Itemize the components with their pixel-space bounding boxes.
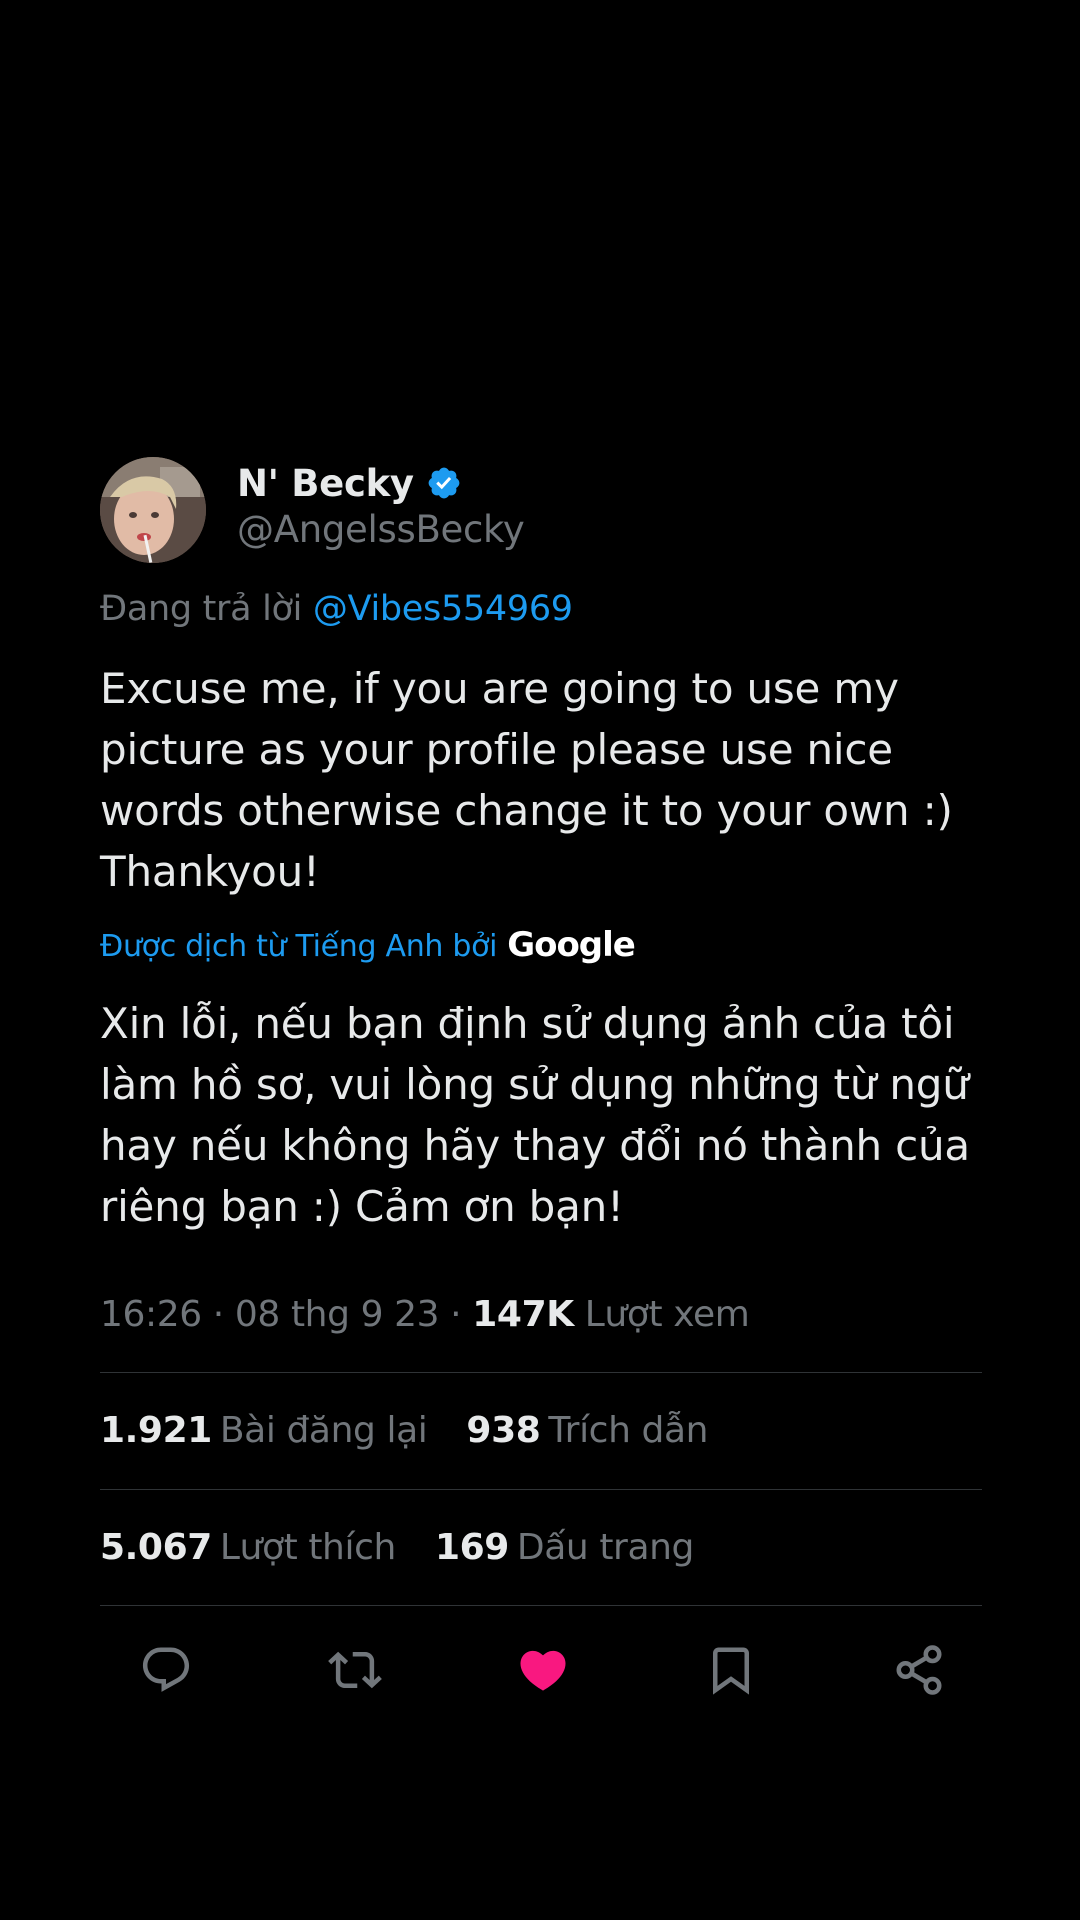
divider [100, 1372, 982, 1373]
like-button[interactable] [513, 1640, 573, 1700]
bookmarks-stat[interactable]: 169 Dấu trang [435, 1527, 694, 1568]
meta-separator-2: · [439, 1294, 473, 1335]
stats-row-likes: 5.067 Lượt thích 169 Dấu trang [100, 1527, 722, 1568]
share-button[interactable] [889, 1640, 949, 1700]
reposts-count: 1.921 [100, 1410, 212, 1451]
avatar[interactable] [100, 457, 206, 563]
tweet-time[interactable]: 16:26 [100, 1294, 202, 1335]
stats-row-reposts: 1.921 Bài đăng lại 938 Trích dẫn [100, 1410, 736, 1451]
display-name[interactable]: N' Becky [237, 462, 414, 505]
reply-icon [142, 1647, 190, 1692]
google-logo: Google [507, 925, 636, 965]
translated-text: Xin lỗi, nếu bạn định sử dụng ảnh của tô… [100, 999, 970, 1231]
reposts-label: Bài đăng lại [219, 1410, 428, 1451]
tweet-meta: 16:26 · 08 thg 9 23 · 147K Lượt xem [100, 1294, 750, 1335]
likes-count: 5.067 [100, 1527, 212, 1568]
divider [100, 1605, 982, 1606]
action-bar [100, 1640, 982, 1700]
repost-button[interactable] [325, 1640, 385, 1700]
quotes-label: Trích dẫn [548, 1410, 709, 1451]
avatar-photo [100, 457, 206, 563]
views-count: 147K [472, 1294, 574, 1335]
author-name-row[interactable]: N' Becky [237, 458, 462, 508]
bookmark-button[interactable] [701, 1640, 761, 1700]
bookmarks-label: Dấu trang [516, 1527, 694, 1568]
reply-button[interactable] [136, 1640, 196, 1700]
likes-stat[interactable]: 5.067 Lượt thích [100, 1527, 396, 1568]
tweet-date[interactable]: 08 thg 9 23 [235, 1294, 440, 1335]
likes-label: Lượt thích [219, 1527, 396, 1568]
like-icon [520, 1650, 566, 1691]
views-label: Lượt xem [573, 1294, 750, 1335]
repost-icon [328, 1651, 382, 1689]
quotes-count: 938 [466, 1410, 541, 1451]
divider [100, 1489, 982, 1490]
bookmark-icon [713, 1647, 749, 1695]
tweet-detail: N' Becky @AngelssBecky Đang trả lời @Vib… [0, 0, 1080, 1920]
author-handle[interactable]: @AngelssBecky [237, 508, 525, 551]
reply-mention-link[interactable]: @Vibes554969 [313, 589, 573, 629]
verified-badge-icon[interactable] [426, 465, 462, 501]
quotes-stat[interactable]: 938 Trích dẫn [466, 1410, 708, 1451]
translation-attribution[interactable]: Được dịch từ Tiếng Anh bởi Google [100, 925, 636, 965]
replying-to: Đang trả lời @Vibes554969 [100, 589, 573, 629]
translation-label[interactable]: Được dịch từ Tiếng Anh bởi [100, 929, 497, 964]
meta-separator: · [201, 1294, 235, 1335]
replying-to-label: Đang trả lời [100, 589, 313, 629]
reposts-stat[interactable]: 1.921 Bài đăng lại [100, 1410, 428, 1451]
share-icon [896, 1645, 942, 1695]
tweet-text: Excuse me, if you are going to use my pi… [100, 664, 953, 896]
bookmarks-count: 169 [434, 1527, 509, 1568]
